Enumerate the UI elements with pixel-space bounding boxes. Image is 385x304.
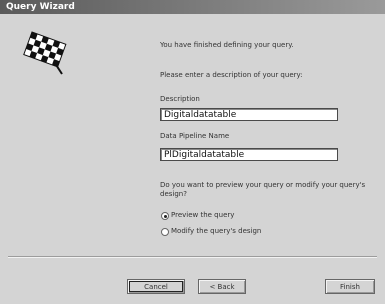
description-label: Description xyxy=(160,95,200,103)
pipeline-name-label: Data Pipeline Name xyxy=(160,132,230,140)
title-bar: Query Wizard xyxy=(0,0,385,14)
back-button[interactable]: < Back xyxy=(198,279,246,294)
modify-label[interactable]: Modify the query's design xyxy=(171,227,261,235)
query-wizard-window: Query Wizard You have finished defining … xyxy=(0,0,385,304)
pipeline-name-input[interactable]: PlDigitaldatatable xyxy=(160,148,338,161)
cancel-button[interactable]: Cancel xyxy=(127,279,185,294)
checkered-flag-icon xyxy=(23,31,67,75)
divider xyxy=(8,256,377,258)
intro-text: You have finished defining your query. xyxy=(160,41,294,49)
window-title: Query Wizard xyxy=(6,2,75,12)
preview-label[interactable]: Preview the query xyxy=(171,211,234,219)
description-input[interactable]: Digitaldatatable xyxy=(160,108,338,121)
modify-radio[interactable] xyxy=(161,228,169,236)
question-line-2: design? xyxy=(160,190,187,198)
preview-radio[interactable] xyxy=(161,212,169,220)
question-line-1: Do you want to preview your query or mod… xyxy=(160,181,366,189)
prompt-text: Please enter a description of your query… xyxy=(160,71,303,79)
finish-button[interactable]: Finish xyxy=(325,279,375,294)
